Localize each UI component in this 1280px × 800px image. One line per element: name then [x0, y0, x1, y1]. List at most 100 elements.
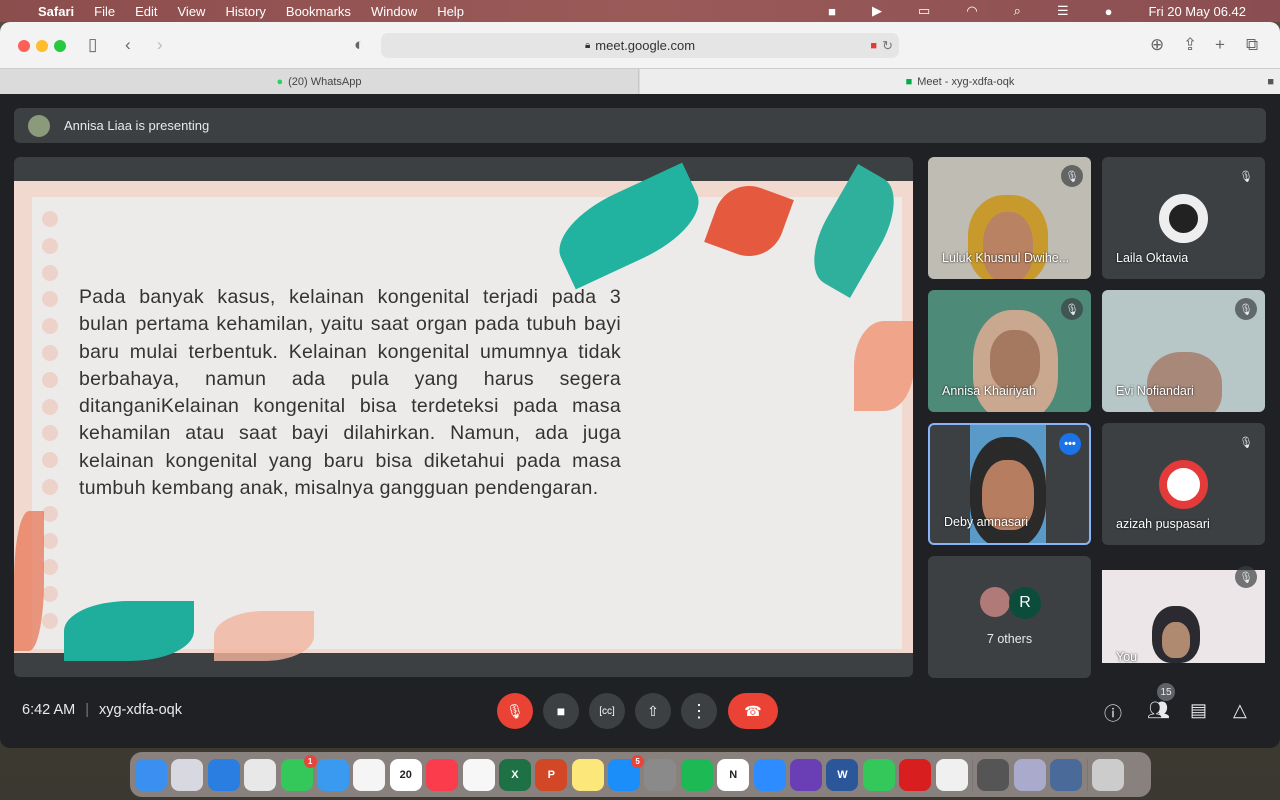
chat-icon[interactable]: ▤ [1190, 700, 1207, 721]
meeting-info-icon[interactable]: ⓘ [1104, 700, 1122, 726]
privacy-shield-icon[interactable]: ◐ [354, 35, 364, 55]
clock[interactable]: Fri 20 May 06.42 [1148, 4, 1246, 19]
minimize-window-button[interactable] [36, 40, 48, 52]
notification-badge: 1 [303, 754, 317, 768]
avatar [1159, 460, 1208, 509]
participant-tile[interactable]: 🎙︎ azizah puspasari [1102, 423, 1265, 545]
notification-badge: 5 [631, 754, 645, 768]
address-bar[interactable]: 🔒︎ meet.google.com ■ ↻ [381, 33, 899, 58]
menu-history[interactable]: History [225, 4, 265, 19]
menu-bookmarks[interactable]: Bookmarks [286, 4, 351, 19]
dock-zoom-icon[interactable] [753, 758, 786, 791]
safari-toolbar: ▯ ‹ › ◐ 🔒︎ meet.google.com ■ ↻ ⊕ ⇪ + ⧉ [0, 22, 1280, 68]
dock-preview-icon[interactable] [1013, 758, 1046, 791]
participant-name: Annisa Khairiyah [942, 384, 1036, 398]
whatsapp-icon: ● [276, 76, 284, 88]
share-icon[interactable]: ⇪ [1183, 35, 1197, 55]
menu-bar: Safari File Edit View History Bookmarks … [0, 0, 1280, 22]
participant-tile-active[interactable]: ••• Deby amnasari [928, 423, 1091, 545]
facetime-status-icon[interactable]: ■ [828, 4, 836, 19]
dock-notes-icon[interactable] [571, 758, 604, 791]
siri-icon[interactable]: ● [1105, 4, 1113, 19]
spotlight-search-icon[interactable]: ⌕ [1014, 3, 1021, 19]
lock-icon: 🔒︎ [584, 40, 591, 51]
presentation-stage[interactable]: Pada banyak kasus, kelainan kongenital t… [14, 157, 913, 677]
dock-trash-icon[interactable] [1091, 758, 1124, 791]
dock-messages-icon[interactable]: 1 [280, 754, 317, 791]
control-center-icon[interactable]: ☰ [1057, 3, 1069, 19]
menu-file[interactable]: File [94, 4, 115, 19]
participant-tile[interactable]: 🎙︎ Luluk Khusnul Dwihe... [928, 157, 1091, 279]
battery-icon[interactable]: ▭ [918, 3, 930, 19]
dock-music-icon[interactable] [426, 758, 459, 791]
dock-notion-icon[interactable]: N [717, 758, 750, 791]
mic-toggle-button[interactable]: 🎙︎ [497, 693, 533, 729]
tab-overview-icon[interactable]: ⧉ [1246, 35, 1258, 55]
dock-photos-icon[interactable] [353, 758, 386, 791]
self-tile[interactable]: 🎙︎ You [1102, 556, 1265, 678]
dock-powerpoint-icon[interactable]: P [535, 758, 568, 791]
menu-help[interactable]: Help [437, 4, 464, 19]
play-icon[interactable]: ▶ [872, 3, 882, 19]
dock-safari-icon[interactable] [207, 758, 240, 791]
menu-edit[interactable]: Edit [135, 4, 157, 19]
presenter-avatar [28, 114, 50, 137]
dock-excel-icon[interactable]: X [498, 758, 531, 791]
others-tile[interactable]: R 7 others [928, 556, 1091, 678]
meeting-time: 6:42 AM [22, 702, 76, 718]
dock-system-preferences-icon[interactable] [644, 758, 677, 791]
reload-icon[interactable]: ↻ [882, 38, 893, 54]
dock-imovie-icon[interactable] [790, 758, 823, 791]
dock-photo-booth-icon[interactable] [899, 758, 932, 791]
participant-tile[interactable]: 🎙︎ Evi Nofiandari [1102, 290, 1265, 412]
menu-view[interactable]: View [178, 4, 206, 19]
dock-quicktime-icon[interactable] [1050, 758, 1083, 791]
participant-name: You [1116, 650, 1138, 664]
participant-tile[interactable]: 🎙︎ Annisa Khairiyah [928, 290, 1091, 412]
avatar-letter: R [1009, 587, 1041, 619]
dock-finder-icon[interactable] [135, 758, 167, 791]
more-options-icon[interactable]: ••• [1059, 433, 1081, 455]
dock-spotify-icon[interactable] [680, 758, 713, 791]
camera-toggle-button[interactable]: ■ [543, 693, 579, 729]
sidebar-icon[interactable]: ▯ [88, 35, 97, 55]
leave-call-button[interactable]: ☎ [728, 693, 778, 729]
dock-app-store-icon[interactable]: 5 [608, 754, 645, 791]
mic-off-icon: 🎙︎ [1235, 165, 1257, 187]
more-options-button[interactable]: ⋮ [681, 693, 717, 729]
dock-separator [1086, 758, 1088, 791]
dock-keynote-icon[interactable] [935, 758, 968, 791]
dock-launchpad-icon[interactable] [171, 758, 204, 791]
menu-window[interactable]: Window [371, 4, 417, 19]
captions-button[interactable]: [cc] [589, 693, 625, 729]
people-icon[interactable]: 👥︎ [1147, 700, 1170, 721]
leaf-decoration [64, 601, 194, 661]
meeting-code: xyg-xdfa-oqk [98, 702, 182, 718]
tab-whatsapp[interactable]: ● (20) WhatsApp [0, 69, 639, 95]
menu-safari[interactable]: Safari [38, 4, 74, 19]
camera-recording-icon[interactable]: ■ [870, 40, 877, 52]
downloads-icon[interactable]: ⊕ [1150, 35, 1164, 55]
activities-icon[interactable]: △ [1233, 700, 1247, 721]
dock-calendar-icon[interactable]: 20 [389, 758, 422, 791]
present-now-button[interactable]: ⇧ [635, 693, 671, 729]
back-icon[interactable]: ‹ [125, 35, 131, 55]
zoom-window-button[interactable] [54, 40, 66, 52]
forward-icon[interactable]: › [157, 35, 163, 55]
participant-tile[interactable]: 🎙︎ Laila Oktavia [1102, 157, 1265, 279]
close-window-button[interactable] [18, 40, 30, 52]
tab-bar: ● (20) WhatsApp ■ Meet - xyg-xdfa-oqk ■ [0, 68, 1280, 95]
mic-off-icon: 🎙︎ [1235, 566, 1257, 588]
dock-chrome-icon[interactable] [244, 758, 277, 791]
dock-word-icon[interactable]: W [826, 758, 859, 791]
dock-calculator-icon[interactable] [977, 758, 1010, 791]
dock-mail-icon[interactable] [316, 758, 349, 791]
new-tab-icon[interactable]: + [1215, 35, 1225, 55]
dock-pages-icon[interactable] [462, 758, 495, 791]
tab-meet[interactable]: ■ Meet - xyg-xdfa-oqk ■ [640, 69, 1280, 95]
dock-facetime-icon[interactable] [862, 758, 895, 791]
mic-off-icon: 🎙︎ [1235, 431, 1257, 453]
wifi-icon[interactable]: ◠ [966, 3, 977, 19]
captions-icon: [cc] [599, 705, 615, 717]
camera-icon: ■ [1267, 76, 1274, 88]
